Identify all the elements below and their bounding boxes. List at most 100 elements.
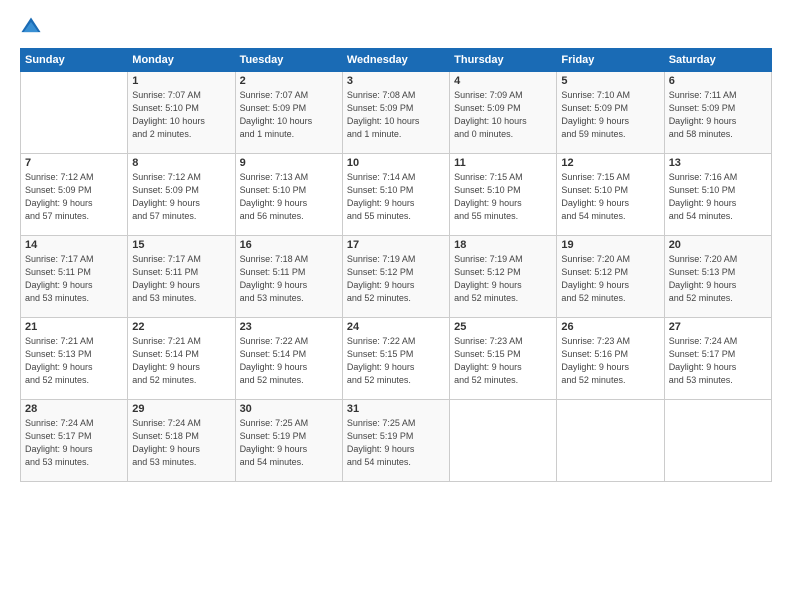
day-info: Sunrise: 7:16 AMSunset: 5:10 PMDaylight:… [669, 171, 767, 223]
day-number: 31 [347, 403, 445, 415]
day-cell: 26 Sunrise: 7:23 AMSunset: 5:16 PMDayligh… [557, 318, 664, 400]
day-cell: 31 Sunrise: 7:25 AMSunset: 5:19 PMDayligh… [342, 400, 449, 482]
day-number: 3 [347, 75, 445, 87]
day-number: 17 [347, 239, 445, 251]
column-header-sunday: Sunday [21, 49, 128, 72]
calendar-body: 1 Sunrise: 7:07 AMSunset: 5:10 PMDaylight… [21, 72, 772, 482]
day-cell: 9 Sunrise: 7:13 AMSunset: 5:10 PMDaylight… [235, 154, 342, 236]
day-info: Sunrise: 7:17 AMSunset: 5:11 PMDaylight:… [25, 253, 123, 305]
day-cell [21, 72, 128, 154]
day-number: 29 [132, 403, 230, 415]
day-info: Sunrise: 7:07 AMSunset: 5:10 PMDaylight:… [132, 89, 230, 141]
day-cell: 5Sunrise: 7:10 AMSunset: 5:09 PMDaylight… [557, 72, 664, 154]
day-info: Sunrise: 7:20 AMSunset: 5:13 PMDaylight:… [669, 253, 767, 305]
day-info: Sunrise: 7:25 AMSunset: 5:19 PMDaylight:… [240, 417, 338, 469]
day-number: 27 [669, 321, 767, 333]
day-info: Sunrise: 7:21 AMSunset: 5:13 PMDaylight:… [25, 335, 123, 387]
day-info: Sunrise: 7:20 AMSunset: 5:12 PMDaylight:… [561, 253, 659, 305]
day-number: 30 [240, 403, 338, 415]
day-number: 18 [454, 239, 552, 251]
day-number: 7 [25, 157, 123, 169]
day-cell: 16Sunrise: 7:18 AMSunset: 5:11 PMDayligh… [235, 236, 342, 318]
day-cell: 8 Sunrise: 7:12 AMSunset: 5:09 PMDaylight… [128, 154, 235, 236]
day-number: 20 [669, 239, 767, 251]
day-cell: 11 Sunrise: 7:15 AMSunset: 5:10 PMDayligh… [450, 154, 557, 236]
day-info: Sunrise: 7:19 AMSunset: 5:12 PMDaylight:… [454, 253, 552, 305]
day-number: 8 [132, 157, 230, 169]
page: SundayMondayTuesdayWednesdayThursdayFrid… [0, 0, 792, 612]
day-info: Sunrise: 7:25 AMSunset: 5:19 PMDaylight:… [347, 417, 445, 469]
week-row-2: 7 Sunrise: 7:12 AMSunset: 5:09 PMDaylight… [21, 154, 772, 236]
day-number: 10 [347, 157, 445, 169]
day-number: 9 [240, 157, 338, 169]
day-info: Sunrise: 7:15 AMSunset: 5:10 PMDaylight:… [561, 171, 659, 223]
day-cell: 21Sunrise: 7:21 AMSunset: 5:13 PMDayligh… [21, 318, 128, 400]
column-header-thursday: Thursday [450, 49, 557, 72]
day-number: 6 [669, 75, 767, 87]
day-info: Sunrise: 7:09 AMSunset: 5:09 PMDaylight:… [454, 89, 552, 141]
day-number: 15 [132, 239, 230, 251]
day-info: Sunrise: 7:14 AMSunset: 5:10 PMDaylight:… [347, 171, 445, 223]
day-cell: 28 Sunrise: 7:24 AMSunset: 5:17 PMDayligh… [21, 400, 128, 482]
day-info: Sunrise: 7:24 AMSunset: 5:18 PMDaylight:… [132, 417, 230, 469]
day-cell [450, 400, 557, 482]
day-number: 1 [132, 75, 230, 87]
day-info: Sunrise: 7:22 AMSunset: 5:14 PMDaylight:… [240, 335, 338, 387]
week-row-5: 28 Sunrise: 7:24 AMSunset: 5:17 PMDayligh… [21, 400, 772, 482]
day-number: 22 [132, 321, 230, 333]
day-cell: 18 Sunrise: 7:19 AMSunset: 5:12 PMDayligh… [450, 236, 557, 318]
calendar-header: SundayMondayTuesdayWednesdayThursdayFrid… [21, 49, 772, 72]
day-cell: 7 Sunrise: 7:12 AMSunset: 5:09 PMDaylight… [21, 154, 128, 236]
day-number: 12 [561, 157, 659, 169]
column-header-monday: Monday [128, 49, 235, 72]
day-cell: 13Sunrise: 7:16 AMSunset: 5:10 PMDayligh… [664, 154, 771, 236]
header [20, 16, 772, 38]
logo-icon [20, 16, 42, 38]
day-cell: 15 Sunrise: 7:17 AMSunset: 5:11 PMDayligh… [128, 236, 235, 318]
day-number: 26 [561, 321, 659, 333]
day-info: Sunrise: 7:23 AMSunset: 5:15 PMDaylight:… [454, 335, 552, 387]
day-info: Sunrise: 7:07 AMSunset: 5:09 PMDaylight:… [240, 89, 338, 141]
calendar-table: SundayMondayTuesdayWednesdayThursdayFrid… [20, 48, 772, 482]
day-cell: 14 Sunrise: 7:17 AMSunset: 5:11 PMDayligh… [21, 236, 128, 318]
day-info: Sunrise: 7:24 AMSunset: 5:17 PMDaylight:… [669, 335, 767, 387]
day-info: Sunrise: 7:15 AMSunset: 5:10 PMDaylight:… [454, 171, 552, 223]
day-info: Sunrise: 7:11 AMSunset: 5:09 PMDaylight:… [669, 89, 767, 141]
day-info: Sunrise: 7:12 AMSunset: 5:09 PMDaylight:… [25, 171, 123, 223]
day-cell: 23 Sunrise: 7:22 AMSunset: 5:14 PMDayligh… [235, 318, 342, 400]
day-info: Sunrise: 7:24 AMSunset: 5:17 PMDaylight:… [25, 417, 123, 469]
day-cell: 3 Sunrise: 7:08 AMSunset: 5:09 PMDaylight… [342, 72, 449, 154]
day-cell: 1 Sunrise: 7:07 AMSunset: 5:10 PMDaylight… [128, 72, 235, 154]
day-number: 14 [25, 239, 123, 251]
day-cell: 19Sunrise: 7:20 AMSunset: 5:12 PMDayligh… [557, 236, 664, 318]
day-cell [664, 400, 771, 482]
day-info: Sunrise: 7:08 AMSunset: 5:09 PMDaylight:… [347, 89, 445, 141]
header-row: SundayMondayTuesdayWednesdayThursdayFrid… [21, 49, 772, 72]
day-info: Sunrise: 7:12 AMSunset: 5:09 PMDaylight:… [132, 171, 230, 223]
day-number: 5 [561, 75, 659, 87]
day-number: 28 [25, 403, 123, 415]
day-cell: 27 Sunrise: 7:24 AMSunset: 5:17 PMDayligh… [664, 318, 771, 400]
day-cell: 29 Sunrise: 7:24 AMSunset: 5:18 PMDayligh… [128, 400, 235, 482]
logo [20, 16, 46, 38]
day-cell: 12 Sunrise: 7:15 AMSunset: 5:10 PMDayligh… [557, 154, 664, 236]
day-info: Sunrise: 7:21 AMSunset: 5:14 PMDaylight:… [132, 335, 230, 387]
day-info: Sunrise: 7:23 AMSunset: 5:16 PMDaylight:… [561, 335, 659, 387]
day-info: Sunrise: 7:22 AMSunset: 5:15 PMDaylight:… [347, 335, 445, 387]
day-cell: 10 Sunrise: 7:14 AMSunset: 5:10 PMDayligh… [342, 154, 449, 236]
day-number: 11 [454, 157, 552, 169]
day-info: Sunrise: 7:17 AMSunset: 5:11 PMDaylight:… [132, 253, 230, 305]
day-cell: 17 Sunrise: 7:19 AMSunset: 5:12 PMDayligh… [342, 236, 449, 318]
day-cell: 22 Sunrise: 7:21 AMSunset: 5:14 PMDayligh… [128, 318, 235, 400]
day-cell: 6 Sunrise: 7:11 AMSunset: 5:09 PMDaylight… [664, 72, 771, 154]
day-cell: 4Sunrise: 7:09 AMSunset: 5:09 PMDaylight… [450, 72, 557, 154]
day-info: Sunrise: 7:19 AMSunset: 5:12 PMDaylight:… [347, 253, 445, 305]
column-header-wednesday: Wednesday [342, 49, 449, 72]
day-number: 23 [240, 321, 338, 333]
column-header-tuesday: Tuesday [235, 49, 342, 72]
day-cell: 24Sunrise: 7:22 AMSunset: 5:15 PMDayligh… [342, 318, 449, 400]
day-info: Sunrise: 7:13 AMSunset: 5:10 PMDaylight:… [240, 171, 338, 223]
day-cell: 25Sunrise: 7:23 AMSunset: 5:15 PMDayligh… [450, 318, 557, 400]
day-number: 2 [240, 75, 338, 87]
week-row-3: 14 Sunrise: 7:17 AMSunset: 5:11 PMDayligh… [21, 236, 772, 318]
